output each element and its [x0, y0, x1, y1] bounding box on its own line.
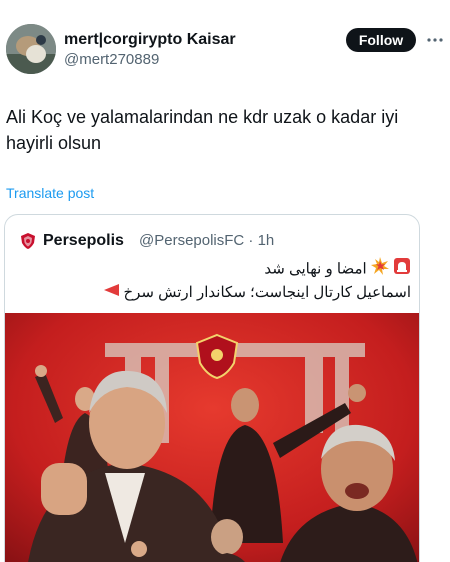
quoted-text-line1-label: امضا و نهایی شد	[264, 260, 367, 278]
quoted-author-handle-time[interactable]: @PersepolisFC · 1h	[139, 231, 274, 251]
quoted-text-line2: اسماعیل کارتال اینجاست؛ سکاندار ارتش سرخ	[31, 282, 411, 304]
tweet-header: mert|corgirypto Kaisar @mert270889 Follo…	[0, 0, 450, 84]
quoted-text-line1: امضا و نهایی شد	[31, 257, 411, 282]
author-display-name[interactable]: mert|corgirypto Kaisar	[64, 30, 236, 50]
quoted-post[interactable]: Persepolis @PersepolisFC · 1h امضا و نها…	[4, 214, 420, 562]
quoted-text: امضا و نهایی شد اسماعیل کارتال اینجاست؛ …	[31, 257, 411, 304]
collision-emoji-icon	[370, 257, 389, 282]
quoted-author-name[interactable]: Persepolis	[43, 231, 124, 251]
post-text: Ali Koç ve yalamalarindan ne kdr uzak o …	[6, 107, 399, 153]
persepolis-crest-icon[interactable]	[19, 232, 37, 250]
quoted-media-image[interactable]	[5, 313, 419, 562]
author-handle[interactable]: @mert270889	[64, 50, 236, 70]
author-names: mert|corgirypto Kaisar @mert270889	[64, 30, 236, 70]
quoted-text-line2-label: اسماعیل کارتال اینجاست؛ سکاندار ارتش سرخ	[123, 284, 411, 301]
translate-post-link[interactable]: Translate post	[6, 184, 94, 202]
follow-button[interactable]: Follow	[346, 28, 416, 52]
more-horizontal-icon[interactable]	[424, 32, 446, 48]
red-triangle-pointing-left-icon	[103, 282, 120, 304]
siren-emoji-icon	[393, 257, 411, 282]
author-avatar[interactable]	[6, 24, 56, 74]
